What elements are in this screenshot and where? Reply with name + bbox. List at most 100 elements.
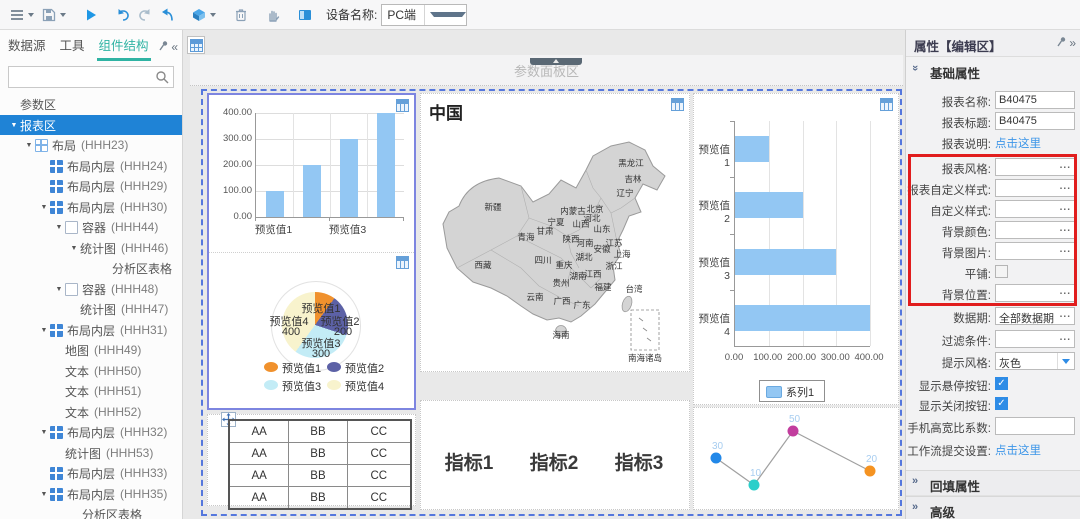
tree-item-布局内层-HHH24[interactable]: 布局内层(HHH24) <box>0 156 182 176</box>
tree-expand-arrow[interactable]: ▼ <box>53 286 65 293</box>
pin-icon[interactable] <box>157 38 169 56</box>
expand-panel-icon[interactable]: » <box>1069 36 1076 50</box>
table-row[interactable]: AABBCC <box>229 465 411 487</box>
prop-input[interactable]: ... <box>995 221 1075 239</box>
bar-预览值4[interactable] <box>735 305 870 331</box>
chevron-down-icon[interactable] <box>424 5 467 25</box>
tree-item-布局内层-HHH35[interactable]: ▼布局内层(HHH35) <box>0 484 182 504</box>
pin-icon[interactable] <box>1055 34 1067 52</box>
undo-icon[interactable] <box>112 4 134 26</box>
data-point[interactable] <box>865 466 876 477</box>
bar-预览值2[interactable] <box>735 192 803 218</box>
chevron-down-icon[interactable] <box>210 13 216 17</box>
tab-工具[interactable]: 工具 <box>60 35 85 56</box>
prop-input[interactable]: 全部数据期... <box>995 307 1075 325</box>
prop-input[interactable] <box>995 417 1075 435</box>
tree-item-统计图-HHH47[interactable]: 统计图(HHH47) <box>0 299 182 319</box>
table-cell[interactable]: BB <box>289 443 347 465</box>
parameter-panel-collapse-handle[interactable] <box>530 58 582 65</box>
prop-input[interactable]: ... <box>995 179 1075 197</box>
chart-edit-icon[interactable] <box>396 256 409 274</box>
column-chart[interactable]: 400.00300.00200.00100.000.00预览值1预览值3 <box>209 95 414 253</box>
prop-input[interactable]: ... <box>995 284 1075 302</box>
prop-input[interactable]: 灰色 <box>995 352 1075 370</box>
indicator-2[interactable]: 指标2 <box>530 448 579 475</box>
tree-expand-arrow[interactable]: ▼ <box>8 122 20 129</box>
panel-icon[interactable] <box>294 4 316 26</box>
dropdown-button[interactable] <box>1057 353 1074 369</box>
legend-label[interactable]: 预览值4 <box>345 378 384 394</box>
table-cell[interactable]: AA <box>229 420 289 443</box>
tree-item-分析区表格[interactable]: 分析区表格 <box>0 504 182 519</box>
legend-label[interactable]: 预览值2 <box>345 360 384 376</box>
chevron-down-icon[interactable] <box>28 13 34 17</box>
tree-item-容器-HHH44[interactable]: ▼容器(HHH44) <box>0 217 182 237</box>
section-backfill-properties[interactable]: » 回填属性 <box>906 470 1080 496</box>
format-icon[interactable] <box>188 4 210 26</box>
ellipsis-button[interactable]: ... <box>1060 202 1071 213</box>
ellipsis-button[interactable]: ... <box>1060 286 1071 297</box>
chevron-down-icon[interactable] <box>60 13 66 17</box>
tab-组件结构[interactable]: 组件结构 <box>99 35 149 56</box>
section-basic-properties[interactable]: » 基础属性 <box>906 58 1080 82</box>
tree-expand-arrow[interactable]: ▼ <box>38 429 50 436</box>
line-chart-widget[interactable]: 30105020 <box>693 407 899 510</box>
table-row[interactable]: AABBCC <box>229 487 411 510</box>
prop-input[interactable]: ... <box>995 242 1075 260</box>
hand-icon[interactable] <box>262 4 284 26</box>
tab-数据源[interactable]: 数据源 <box>8 35 46 56</box>
tree-item-布局内层-HHH29[interactable]: 布局内层(HHH29) <box>0 176 182 196</box>
tree-expand-arrow[interactable]: ▼ <box>68 245 80 252</box>
chart-edit-icon[interactable] <box>671 98 684 116</box>
chart-container-selected[interactable]: 400.00300.00200.00100.000.00预览值1预览值3 预览值… <box>207 93 416 410</box>
tree-expand-arrow[interactable]: ▼ <box>38 327 50 334</box>
save-icon[interactable] <box>38 4 60 26</box>
legend-marker[interactable] <box>264 362 278 372</box>
menu-icon[interactable] <box>6 4 28 26</box>
tree-item-地图-HHH49[interactable]: 地图(HHH49) <box>0 340 182 360</box>
canvas-grid-button[interactable] <box>187 36 205 54</box>
ellipsis-button[interactable]: ... <box>1060 160 1071 171</box>
indicator-3[interactable]: 指标3 <box>615 448 664 475</box>
data-point[interactable] <box>711 453 722 464</box>
tree-item-布局内层-HHH33[interactable]: 布局内层(HHH33) <box>0 463 182 483</box>
tree-expand-arrow[interactable]: ▼ <box>38 204 50 211</box>
table-cell[interactable]: CC <box>347 420 411 443</box>
prop-link[interactable]: 点击这里 <box>995 135 1041 151</box>
prop-input[interactable]: ... <box>995 330 1075 348</box>
tree-expand-arrow[interactable]: ▼ <box>38 491 50 498</box>
chart-edit-icon[interactable] <box>880 98 893 116</box>
tree-item-文本-HHH52[interactable]: 文本(HHH52) <box>0 402 182 422</box>
bar-预览值3[interactable] <box>735 249 836 275</box>
ellipsis-button[interactable]: ... <box>1060 181 1071 192</box>
tree-item-布局-HHH23[interactable]: ▼布局(HHH23) <box>0 135 182 155</box>
prop-input[interactable]: ... <box>995 158 1075 176</box>
redo-icon[interactable] <box>134 4 156 26</box>
legend-label[interactable]: 预览值3 <box>282 378 321 394</box>
ellipsis-button[interactable]: ... <box>1060 309 1071 320</box>
prop-checkbox[interactable] <box>995 265 1008 278</box>
tree-item-分析区表格[interactable]: 分析区表格 <box>0 258 182 278</box>
legend-label[interactable]: 系列1 <box>786 384 814 400</box>
tree-item-布局内层-HHH31[interactable]: ▼布局内层(HHH31) <box>0 320 182 340</box>
legend-label[interactable]: 预览值1 <box>282 360 321 376</box>
tree-item-统计图-HHH53[interactable]: 统计图(HHH53) <box>0 443 182 463</box>
data-table[interactable]: AABBCCAABBCCAABBCCAABBCC <box>228 419 412 510</box>
bar-预览值1[interactable] <box>266 191 284 217</box>
table-row[interactable]: AABBCC <box>229 420 411 443</box>
pie-chart[interactable]: 预览值1预览值2200预览值3300预览值4400预览值1预览值2预览值3预览值… <box>209 252 414 408</box>
delete-icon[interactable] <box>230 4 252 26</box>
tree-item-文本-HHH51[interactable]: 文本(HHH51) <box>0 381 182 401</box>
ellipsis-button[interactable]: ... <box>1060 332 1071 343</box>
bar-预览值1[interactable] <box>735 136 769 162</box>
tree-item-布局内层-HHH30[interactable]: ▼布局内层(HHH30) <box>0 197 182 217</box>
prop-input[interactable]: B40475 <box>995 112 1075 130</box>
section-advanced[interactable]: » 高级 <box>906 496 1080 519</box>
tree-item-报表区[interactable]: ▼报表区 <box>0 115 182 135</box>
legend-marker[interactable] <box>327 380 341 390</box>
table-cell[interactable]: AA <box>229 465 289 487</box>
tree-item-容器-HHH48[interactable]: ▼容器(HHH48) <box>0 279 182 299</box>
tree-expand-arrow[interactable]: ▼ <box>53 224 65 231</box>
hbar-chart-widget[interactable]: 预览值1预览值2预览值3预览值40.00100.00200.00300.0040… <box>693 93 899 405</box>
data-point[interactable] <box>749 480 760 491</box>
